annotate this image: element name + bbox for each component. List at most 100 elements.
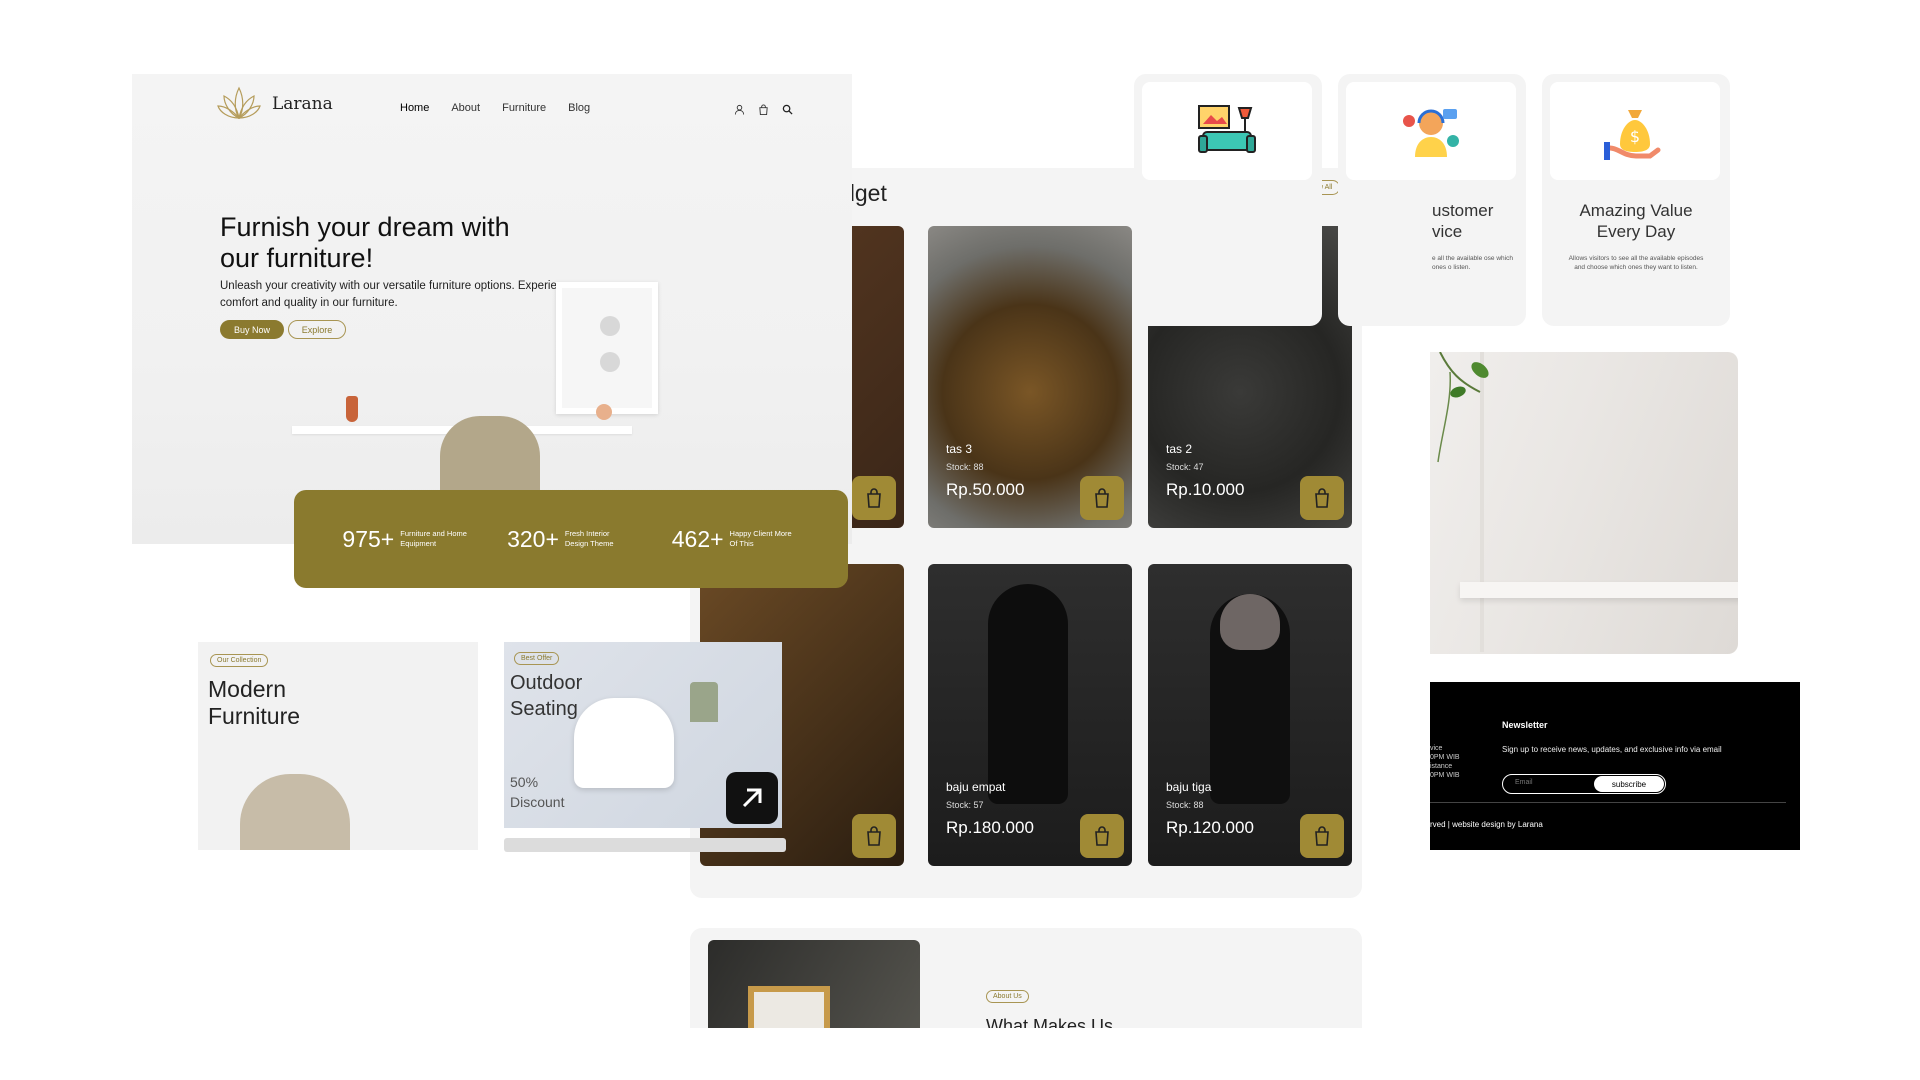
- stat-label: Happy Client More Of This: [729, 529, 792, 548]
- bag-icon: [1095, 488, 1109, 508]
- shelf-image: [1460, 582, 1738, 598]
- customer-support-icon: [1403, 109, 1459, 157]
- main-nav: Home About Furniture Blog: [400, 102, 590, 114]
- plant-leaves-icon: [1437, 352, 1489, 463]
- offer-pill: Best Offer: [514, 652, 560, 665]
- add-to-bag-button[interactable]: [1080, 476, 1124, 520]
- add-to-bag-button[interactable]: [1300, 814, 1344, 858]
- open-arrow-button[interactable]: [726, 772, 778, 824]
- stat-value: 462+: [671, 525, 724, 552]
- user-icon[interactable]: [732, 102, 746, 116]
- feature-title: Amazing Value Every Day: [1579, 201, 1693, 241]
- product-stock: Stock: 57: [946, 800, 984, 810]
- chair-image: [240, 774, 350, 850]
- footer-link[interactable]: vice: [1430, 744, 1460, 753]
- about-section: About Us What Makes Us: [690, 928, 1362, 1028]
- product-price: Rp.50.000: [946, 480, 1025, 499]
- collection-card-outdoor[interactable]: Best Offer Outdoor Seating 50% Discount: [504, 642, 782, 828]
- nav-home[interactable]: Home: [400, 102, 429, 114]
- product-card[interactable]: baju empat Stock: 57 Rp.180.000: [928, 564, 1132, 866]
- subscribe-button[interactable]: subscribe: [1594, 776, 1664, 792]
- add-to-bag-button[interactable]: [852, 814, 896, 858]
- stat-label: Furniture and Home Equipment: [400, 529, 467, 548]
- explore-button[interactable]: Explore: [288, 320, 346, 339]
- brand-name: Larana: [272, 94, 333, 114]
- feature-icon-box: [1142, 82, 1312, 180]
- about-pill: About Us: [986, 990, 1029, 1003]
- footer-links: vice 0PM WIB istance 0PM WIB: [1430, 744, 1460, 780]
- copyright-text: rved | website design by Larana: [1430, 820, 1543, 829]
- bag-icon: [867, 826, 881, 846]
- product-image: [988, 584, 1068, 804]
- product-name: baju empat: [946, 780, 1006, 794]
- footer-link[interactable]: istance: [1430, 762, 1460, 771]
- vase-decoration: [346, 396, 358, 422]
- product-card[interactable]: baju tiga Stock: 88 Rp.120.000: [1148, 564, 1352, 866]
- arrow-up-right-icon: [742, 788, 762, 808]
- newsletter-title: Newsletter: [1502, 720, 1548, 730]
- money-bag-icon: $: [1604, 110, 1661, 160]
- footer-link: 0PM WIB: [1430, 772, 1460, 779]
- interior-image-card: [1430, 352, 1738, 654]
- add-to-bag-button[interactable]: [1300, 476, 1344, 520]
- hero-title: Furnish your dream with our furniture!: [220, 212, 510, 273]
- hero-subtitle: Unleash your creativity with our versati…: [220, 280, 576, 309]
- product-name: tas 3: [946, 442, 973, 456]
- collection-card-modern[interactable]: Our Collection Modern Furniture: [198, 642, 478, 850]
- brand-logo[interactable]: Larana: [216, 84, 333, 124]
- footer: vice 0PM WIB istance 0PM WIB Newsletter …: [1430, 682, 1800, 850]
- product-card[interactable]: tas 3 Stock: 88 Rp.50.000: [928, 226, 1132, 528]
- nav-blog[interactable]: Blog: [568, 102, 590, 114]
- stat-value: 975+: [342, 525, 395, 552]
- about-image: [708, 940, 920, 1028]
- svg-text:$: $: [1630, 127, 1640, 146]
- bag-icon: [867, 488, 881, 508]
- collection-title: Modern Furniture: [208, 676, 301, 729]
- card-shadow: [504, 838, 786, 852]
- product-price: Rp.180.000: [946, 818, 1034, 837]
- nav-icons: [732, 102, 794, 116]
- wall-frame-decoration: [556, 282, 658, 414]
- about-title: What Makes Us: [986, 1016, 1114, 1028]
- buy-now-button[interactable]: Buy Now: [220, 320, 284, 339]
- product-stock: Stock: 47: [1166, 462, 1204, 472]
- product-name: baju tiga: [1166, 780, 1212, 794]
- stats-bar: 975+ Furniture and Home Equipment 320+ F…: [294, 490, 848, 588]
- newsletter-text: Sign up to receive news, updates, and ex…: [1502, 745, 1722, 754]
- sofa-icon: [1198, 105, 1256, 153]
- stat-value: 320+: [507, 525, 559, 552]
- feature-desc: Allows visitors to see all the available…: [1568, 255, 1704, 271]
- product-stock: Stock: 88: [946, 462, 984, 472]
- feature-card: [1134, 74, 1322, 326]
- stat-label: Fresh Interior Design Theme: [564, 529, 614, 548]
- plant-decoration: [690, 682, 718, 722]
- feature-icon-box: [1346, 82, 1516, 180]
- bag-icon: [1315, 488, 1329, 508]
- add-to-bag-button[interactable]: [852, 476, 896, 520]
- search-icon[interactable]: [780, 102, 794, 116]
- chair-image: [440, 416, 540, 496]
- add-to-bag-button[interactable]: [1080, 814, 1124, 858]
- feature-desc: e all the available ose which ones o lis…: [1432, 255, 1513, 271]
- feature-card: $ Amazing Value Every Day Allows visitor…: [1542, 74, 1730, 326]
- feature-title: ustomer vice: [1432, 201, 1494, 241]
- product-stock: Stock: 88: [1166, 800, 1204, 810]
- nav-furniture[interactable]: Furniture: [502, 102, 546, 114]
- bag-icon: [1315, 826, 1329, 846]
- lotus-logo-icon: [217, 86, 261, 120]
- stat-item: 975+ Furniture and Home Equipment: [342, 526, 470, 553]
- collection-pill: Our Collection: [210, 654, 269, 667]
- product-price: Rp.120.000: [1166, 818, 1254, 837]
- hero-section: Larana Home About Furniture Blog Furnish…: [132, 74, 852, 544]
- stat-item: 320+ Fresh Interior Design Theme: [507, 526, 635, 553]
- bag-icon[interactable]: [756, 102, 770, 116]
- product-price: Rp.10.000: [1166, 480, 1245, 499]
- bag-icon: [1095, 826, 1109, 846]
- nav-about[interactable]: About: [451, 102, 480, 114]
- email-placeholder: Email: [1515, 779, 1533, 786]
- chair-image: [574, 698, 674, 788]
- footer-link: 0PM WIB: [1430, 754, 1460, 761]
- footer-divider: [1430, 802, 1786, 803]
- feature-card: ustomer vice e all the available ose whi…: [1338, 74, 1526, 326]
- stat-item: 462+ Happy Client More Of This: [672, 526, 800, 553]
